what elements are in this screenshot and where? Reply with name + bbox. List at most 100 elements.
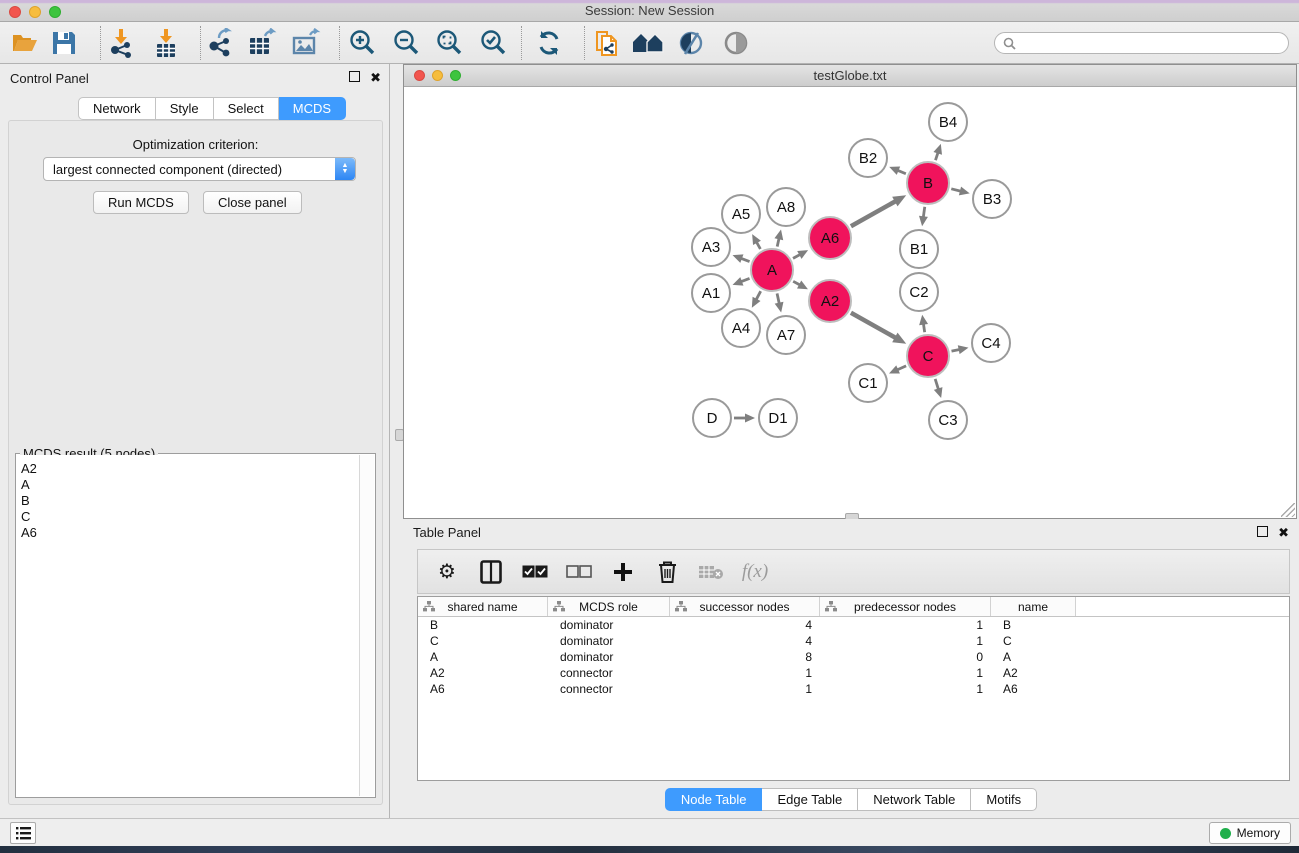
add-column-icon[interactable] <box>610 557 636 587</box>
edge-B-B4[interactable] <box>935 152 938 160</box>
list-item[interactable]: C <box>21 509 359 525</box>
edge-A2-C[interactable] <box>851 313 896 338</box>
edge-C-C3[interactable] <box>935 379 938 390</box>
deselect-all-icon[interactable] <box>566 557 592 587</box>
table-cell[interactable]: 0 <box>820 649 991 665</box>
search-input[interactable] <box>1021 34 1288 52</box>
list-item[interactable]: A <box>21 477 359 493</box>
mcds-result-list[interactable]: A2ABCA6 <box>17 455 359 796</box>
table-cell[interactable]: 1 <box>670 681 820 697</box>
criterion-select[interactable]: largest connected component (directed) ▲… <box>43 157 356 181</box>
table-row[interactable]: A2connector11A2 <box>418 665 1289 681</box>
select-all-icon[interactable] <box>522 557 548 587</box>
run-mcds-button[interactable]: Run MCDS <box>93 191 189 214</box>
tab-select[interactable]: Select <box>214 97 279 120</box>
float-table-panel-icon[interactable] <box>1257 526 1268 540</box>
zoom-selected-icon[interactable] <box>476 27 510 59</box>
close-panel-icon[interactable]: ✖ <box>370 71 381 85</box>
table-cell[interactable]: 1 <box>820 633 991 649</box>
close-panel-button[interactable]: Close panel <box>203 191 302 214</box>
zoom-in-icon[interactable] <box>345 27 379 59</box>
clone-network-icon[interactable] <box>590 27 624 59</box>
zoom-fit-icon[interactable] <box>432 27 466 59</box>
table-row[interactable]: Cdominator41C <box>418 633 1289 649</box>
home-icon[interactable] <box>631 27 665 59</box>
tab-edge-table[interactable]: Edge Table <box>762 788 858 811</box>
open-file-icon[interactable] <box>8 27 42 59</box>
table-row[interactable]: Bdominator41B <box>418 617 1289 633</box>
list-item[interactable]: A6 <box>21 525 359 541</box>
toggle-view-icon[interactable] <box>674 27 708 59</box>
edge-A-A1[interactable] <box>741 278 750 281</box>
table-cell[interactable]: A6 <box>418 681 548 697</box>
table-cell[interactable]: B <box>418 617 548 633</box>
table-cell[interactable]: A <box>418 649 548 665</box>
mcds-list-scrollbar[interactable] <box>359 455 374 796</box>
zoom-out-icon[interactable] <box>389 27 423 59</box>
list-item[interactable]: A2 <box>21 461 359 477</box>
table-cell[interactable]: A2 <box>991 665 1206 681</box>
memory-button[interactable]: Memory <box>1209 822 1291 844</box>
table-cell[interactable]: 4 <box>670 633 820 649</box>
edge-C-C1[interactable] <box>897 366 906 370</box>
column-header-shared-name[interactable]: shared name <box>418 597 548 616</box>
tab-network[interactable]: Network <box>78 97 156 120</box>
column-header-successor-nodes[interactable]: successor nodes <box>670 597 820 616</box>
table-cell[interactable]: C <box>991 633 1206 649</box>
column-header-mcds-role[interactable]: MCDS role <box>548 597 670 616</box>
edge-B-B2[interactable] <box>898 170 906 173</box>
show-hide-icon[interactable] <box>719 27 753 59</box>
table-cell[interactable]: dominator <box>548 649 670 665</box>
search-box[interactable] <box>994 32 1289 54</box>
network-canvas[interactable]: B4B2BB3A8A5A6A3B1AC2A1A2A4A7C4CC1DD1C3 <box>405 88 1295 518</box>
edge-A-A8[interactable] <box>777 238 779 246</box>
edge-A-A5[interactable] <box>756 242 760 249</box>
column-header-predecessor-nodes[interactable]: predecessor nodes <box>820 597 991 616</box>
table-cell[interactable]: 1 <box>820 617 991 633</box>
resize-grip-icon[interactable] <box>1281 503 1295 517</box>
table-cell[interactable]: 4 <box>670 617 820 633</box>
edge-A6-B[interactable] <box>851 201 896 226</box>
table-settings-gear-icon[interactable]: ⚙ <box>434 557 460 587</box>
table-cell[interactable]: A <box>991 649 1206 665</box>
list-item[interactable]: B <box>21 493 359 509</box>
column-header-name[interactable]: name <box>991 597 1076 616</box>
table-cell[interactable]: 1 <box>670 665 820 681</box>
table-cell[interactable]: 8 <box>670 649 820 665</box>
table-cell[interactable]: A6 <box>991 681 1206 697</box>
table-cell[interactable]: connector <box>548 681 670 697</box>
table-cell[interactable]: A2 <box>418 665 548 681</box>
table-cell[interactable]: 1 <box>820 681 991 697</box>
export-image-icon[interactable] <box>289 27 323 59</box>
edge-C-C4[interactable] <box>952 349 960 351</box>
import-table-icon[interactable] <box>149 27 183 59</box>
network-window-titlebar[interactable]: testGlobe.txt <box>404 65 1296 87</box>
tab-motifs[interactable]: Motifs <box>971 788 1037 811</box>
tab-style[interactable]: Style <box>156 97 214 120</box>
edge-A-A2[interactable] <box>793 281 800 285</box>
refresh-icon[interactable] <box>532 27 566 59</box>
edge-A-A7[interactable] <box>777 293 779 303</box>
edge-B-B3[interactable] <box>951 189 961 191</box>
table-cell[interactable]: 1 <box>820 665 991 681</box>
show-columns-icon[interactable] <box>478 557 504 587</box>
function-builder-icon[interactable]: f(x) <box>742 557 768 587</box>
table-row[interactable]: A6connector11A6 <box>418 681 1289 697</box>
edge-C-C2[interactable] <box>923 324 924 333</box>
delete-table-icon[interactable] <box>698 557 724 587</box>
table-cell[interactable]: dominator <box>548 633 670 649</box>
export-table-icon[interactable] <box>245 27 279 59</box>
table-cell[interactable]: dominator <box>548 617 670 633</box>
table-row[interactable]: Adominator80A <box>418 649 1289 665</box>
table-cell[interactable]: B <box>991 617 1206 633</box>
edge-B-B1[interactable] <box>923 207 924 218</box>
import-network-icon[interactable] <box>104 27 138 59</box>
export-network-icon[interactable] <box>202 27 236 59</box>
edge-A-A4[interactable] <box>756 291 761 300</box>
edge-A-A6[interactable] <box>793 254 800 258</box>
delete-column-icon[interactable] <box>654 557 680 587</box>
task-history-button[interactable] <box>10 822 36 844</box>
edge-A-A3[interactable] <box>741 258 750 261</box>
table-cell[interactable]: C <box>418 633 548 649</box>
float-panel-icon[interactable] <box>349 71 360 85</box>
